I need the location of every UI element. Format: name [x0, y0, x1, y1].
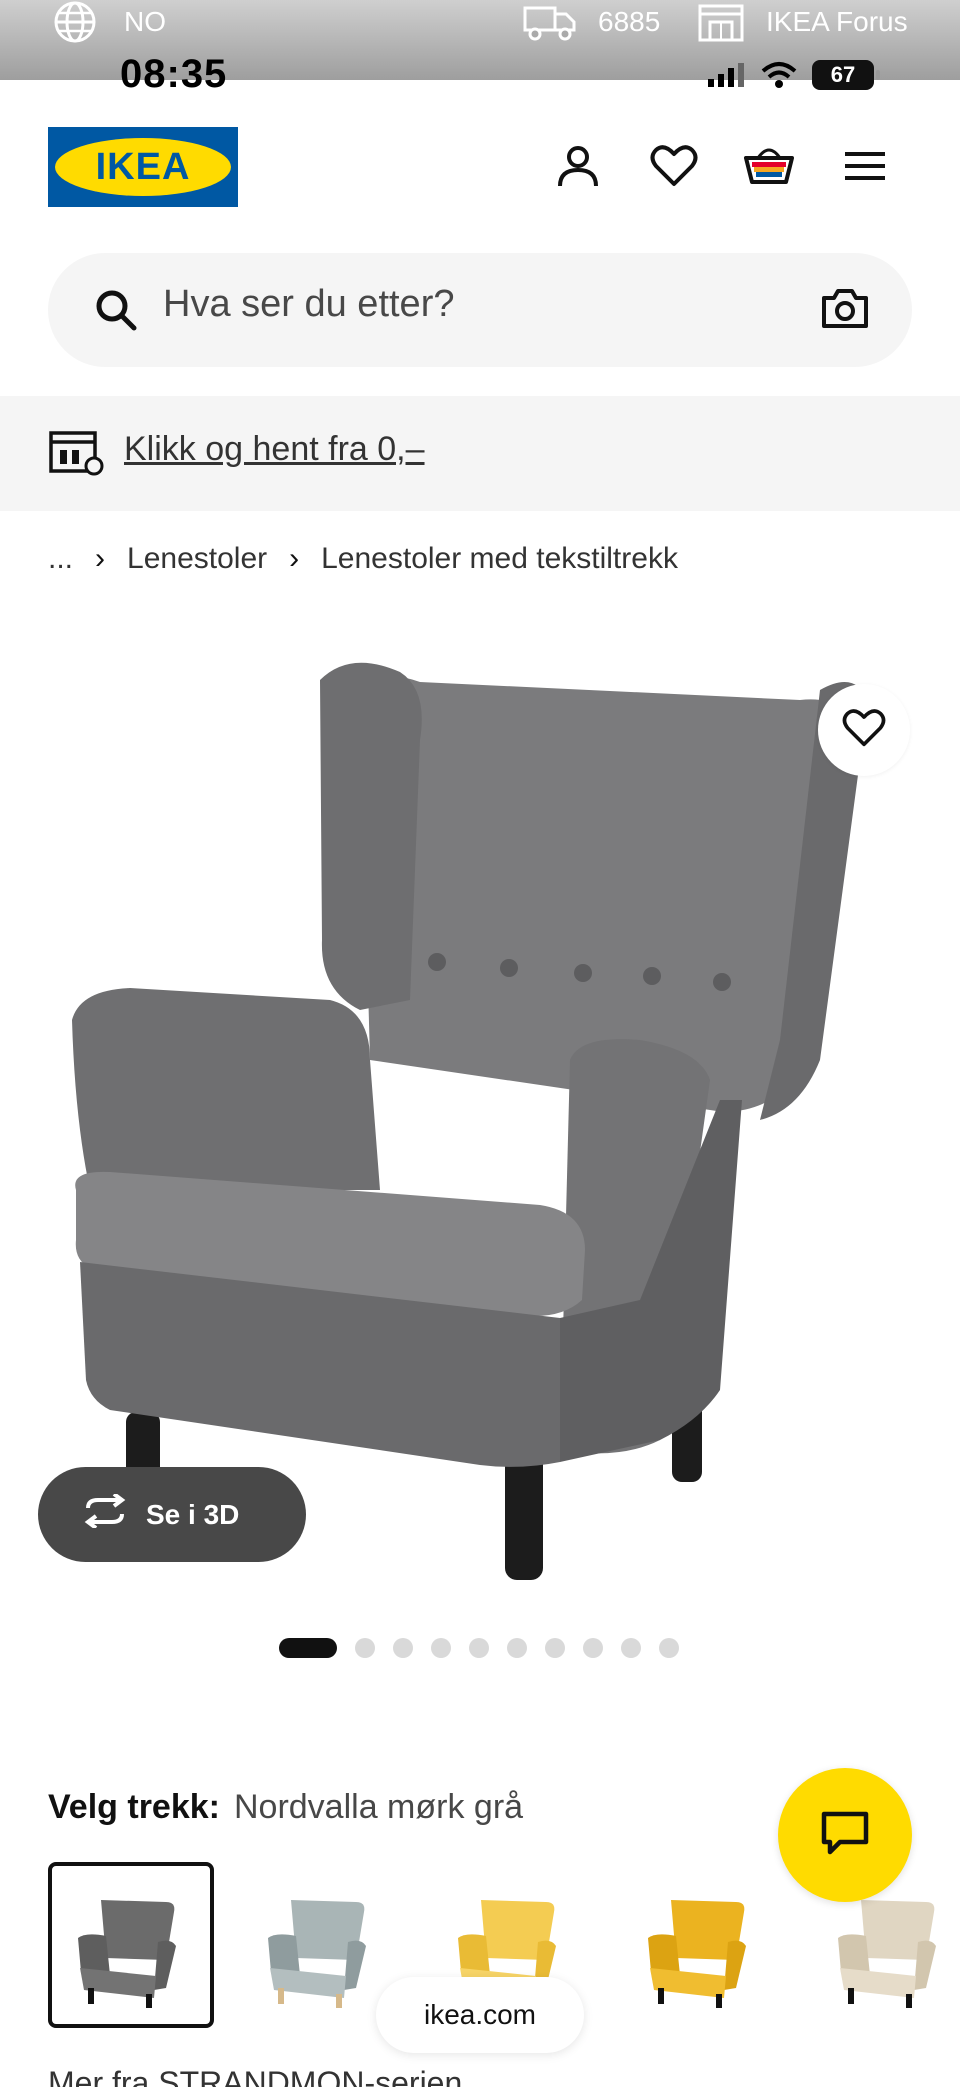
search-bar[interactable]: Hva ser du etter?: [48, 253, 912, 367]
variant-label: Velg trekk:: [48, 1788, 220, 1826]
pagination-dot[interactable]: [583, 1638, 603, 1658]
pagination-dot[interactable]: [469, 1638, 489, 1658]
store-icon: [696, 0, 746, 44]
pagination-dot-active[interactable]: [279, 1638, 337, 1658]
see-in-3d-label: Se i 3D: [146, 1498, 240, 1530]
truck-icon: [522, 0, 578, 44]
url-text: ikea.com: [423, 1999, 537, 2030]
site-header: IKEA: [0, 80, 960, 250]
browser-url-bar[interactable]: ikea.com: [376, 1977, 584, 2053]
series-link[interactable]: Mer fra STRANDMON-serien: [48, 2065, 462, 2087]
pagination-dot[interactable]: [659, 1638, 679, 1658]
store-selector[interactable]: IKEA Forus: [696, 0, 908, 44]
user-icon: [554, 142, 602, 195]
cart-icon: [742, 144, 796, 193]
swatch-chair-image: [78, 1900, 176, 2008]
add-to-favourites-button[interactable]: [818, 684, 910, 776]
cart-button[interactable]: [739, 138, 799, 198]
store-pickup-icon: [48, 428, 104, 481]
swatch-dark-grey[interactable]: [48, 1862, 214, 2028]
variant-value: Nordvalla mørk grå: [233, 1788, 524, 1826]
heart-icon: [650, 144, 698, 193]
chat-bubble-icon: [820, 1810, 870, 1861]
menu-button[interactable]: [835, 138, 895, 198]
pagination-dot[interactable]: [355, 1638, 375, 1658]
hamburger-menu-icon: [843, 148, 887, 189]
region-selector[interactable]: NO: [50, 0, 166, 44]
region-label: NO: [124, 6, 166, 37]
ikea-logo[interactable]: IKEA: [48, 127, 238, 207]
click-collect-banner[interactable]: Klikk og hent fra 0,–: [0, 396, 960, 511]
logo-text: IKEA: [55, 138, 231, 196]
store-label: IKEA Forus: [766, 6, 908, 37]
breadcrumb-ellipsis[interactable]: ...: [48, 542, 73, 576]
pagination-dot[interactable]: [621, 1638, 641, 1658]
heart-icon: [842, 708, 886, 753]
search-icon: [92, 286, 140, 339]
rotate-3d-icon: [80, 1492, 130, 1535]
chat-button[interactable]: [778, 1768, 912, 1902]
postcode-label: 6885: [598, 6, 661, 37]
click-collect-link[interactable]: Klikk og hent fra 0,–: [124, 430, 425, 469]
search-input[interactable]: Hva ser du etter?: [163, 283, 454, 326]
favourites-button[interactable]: [644, 138, 704, 198]
chevron-right-icon: ›: [95, 542, 106, 575]
gallery-pagination: [279, 1638, 679, 1658]
pagination-dot[interactable]: [507, 1638, 527, 1658]
swatch-yellow[interactable]: [618, 1862, 784, 2028]
chevron-right-icon: ›: [289, 542, 300, 575]
breadcrumb: ... › Lenestoler › Lenestoler med teksti…: [48, 542, 678, 576]
variant-selector-label: Velg trekk: Nordvalla mørk grå: [48, 1788, 523, 1827]
account-button[interactable]: [548, 138, 608, 198]
pagination-dot[interactable]: [545, 1638, 565, 1658]
pagination-dot[interactable]: [431, 1638, 451, 1658]
see-in-3d-button[interactable]: Se i 3D: [38, 1467, 306, 1562]
swatch-chair-image: [648, 1900, 746, 2008]
top-overlay-bar: NO 6885 IKEA Forus 08:35 67: [0, 0, 960, 96]
pagination-dot[interactable]: [393, 1638, 413, 1658]
breadcrumb-lenestoler-tekstil[interactable]: Lenestoler med tekstiltrekk: [321, 542, 678, 576]
globe-icon: [50, 0, 100, 44]
breadcrumb-lenestoler[interactable]: Lenestoler: [127, 542, 267, 576]
postcode-selector[interactable]: 6885: [522, 0, 660, 44]
camera-icon[interactable]: [820, 286, 870, 335]
swatch-chair-image: [268, 1900, 366, 2008]
